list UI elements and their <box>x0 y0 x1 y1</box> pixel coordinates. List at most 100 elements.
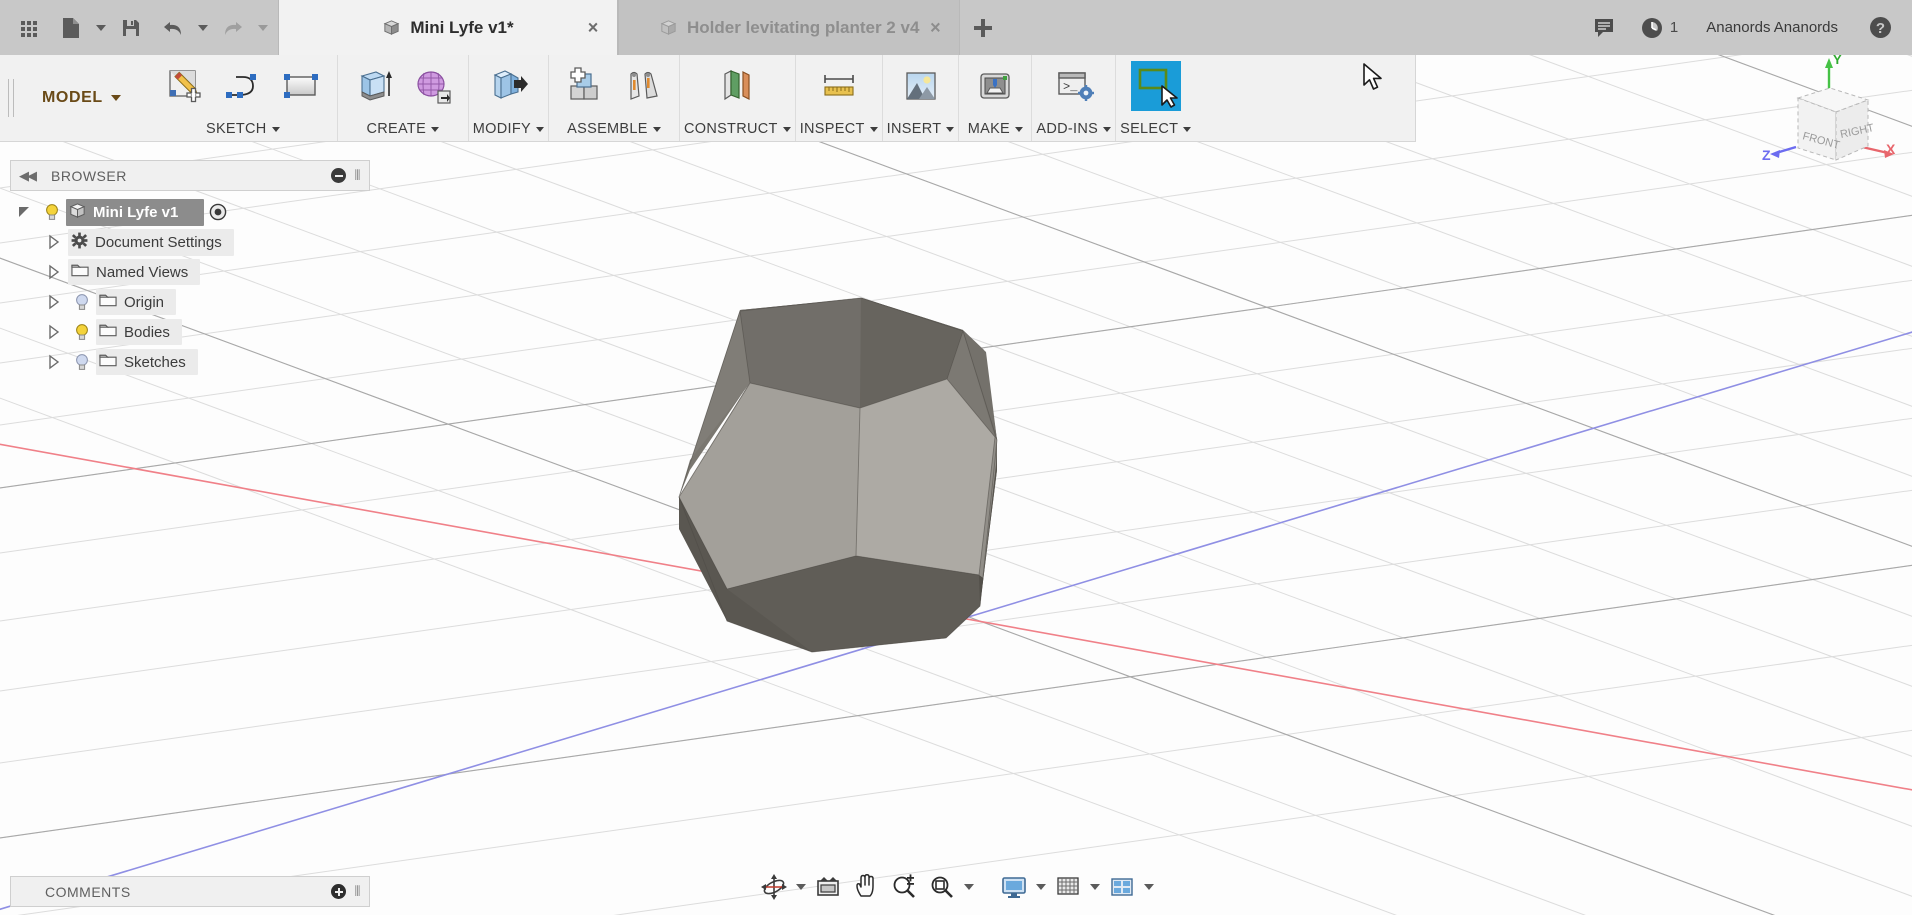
comments-resize-grip[interactable]: ⦀ <box>354 883 361 900</box>
tree-item-root[interactable]: Mini Lyfe v1 <box>10 197 370 227</box>
tab-close-button[interactable]: × <box>925 17 945 38</box>
collapse-left-icon[interactable]: ◀◀ <box>19 168 37 184</box>
measure-button[interactable] <box>811 57 867 115</box>
tab-mini-lyfe[interactable]: Mini Lyfe v1* × <box>278 0 618 55</box>
rectangle-button[interactable] <box>273 57 329 115</box>
tree-item-label-wrap[interactable]: Mini Lyfe v1 <box>66 198 205 226</box>
tree-item-label-wrap[interactable]: Named Views <box>68 259 201 285</box>
panel-label-text: INSPECT <box>799 121 865 137</box>
file-dropdown-caret[interactable] <box>92 6 110 50</box>
zoom-button[interactable] <box>885 868 923 906</box>
document-cube-icon <box>659 18 678 37</box>
scripts-addins-button[interactable]: >_ <box>1046 57 1102 115</box>
ribbon-label-sketch[interactable]: SKETCH <box>206 117 280 141</box>
chevron-down-icon <box>1036 884 1046 890</box>
spline-icon <box>225 74 256 98</box>
minimize-icon[interactable] <box>331 168 347 183</box>
undo-button[interactable] <box>152 6 194 50</box>
chevron-down-icon <box>110 95 121 101</box>
workspace-switcher[interactable]: MODEL <box>22 89 149 107</box>
chevron-down-icon <box>946 126 955 132</box>
ribbon-label-insert[interactable]: INSERT <box>887 117 955 141</box>
tree-item-label-wrap[interactable]: Origin <box>96 289 177 315</box>
expand-toggle[interactable] <box>40 294 68 310</box>
save-button[interactable] <box>110 6 152 50</box>
ribbon-grip[interactable] <box>0 55 22 141</box>
file-button[interactable] <box>50 6 92 50</box>
add-comment-icon[interactable] <box>331 884 347 899</box>
extrude-button[interactable] <box>346 57 402 115</box>
grid-snaps-dropdown-caret[interactable] <box>1087 868 1103 906</box>
press-pull-button[interactable] <box>480 57 536 115</box>
help-button[interactable]: ? <box>1858 6 1902 50</box>
expand-toggle[interactable] <box>40 264 68 280</box>
expand-toggle[interactable] <box>40 354 68 370</box>
show-data-panel-button[interactable] <box>8 6 50 50</box>
3d-print-button[interactable] <box>967 57 1023 115</box>
redo-button[interactable] <box>212 6 254 50</box>
ribbon-panel-select: SELECT <box>1116 55 1195 141</box>
redo-dropdown-caret[interactable] <box>254 6 272 50</box>
tree-item-sketches[interactable]: Sketches <box>10 347 370 377</box>
undo-dropdown-caret[interactable] <box>194 6 212 50</box>
create-form-button[interactable] <box>404 57 460 115</box>
joint-button[interactable] <box>615 57 671 115</box>
fit-dropdown-caret[interactable] <box>961 868 977 906</box>
fit-button[interactable] <box>923 868 961 906</box>
tree-item-label-wrap[interactable]: Bodies <box>96 319 182 345</box>
visibility-bulb-off[interactable] <box>68 293 96 311</box>
offset-plane-button[interactable] <box>709 57 765 115</box>
planter-model-final[interactable] <box>678 297 998 653</box>
grid-snaps-button[interactable] <box>1049 868 1087 906</box>
visibility-bulb-on[interactable] <box>68 323 96 341</box>
tree-item-label-wrap[interactable]: Sketches <box>96 349 198 375</box>
visibility-bulb-on[interactable] <box>38 203 66 221</box>
tab-close-button[interactable]: × <box>583 17 603 38</box>
ribbon-label-make[interactable]: MAKE <box>968 117 1024 141</box>
tree-item-label-wrap[interactable]: Document Settings <box>68 228 234 256</box>
expand-toggle[interactable] <box>40 324 68 340</box>
joint-icon <box>630 71 658 100</box>
expand-toggle[interactable] <box>40 234 68 250</box>
viewports-dropdown-caret[interactable] <box>1141 868 1157 906</box>
tree-item-origin[interactable]: Origin <box>10 287 370 317</box>
tree-item-bodies[interactable]: Bodies <box>10 317 370 347</box>
tree-item-named-views[interactable]: Named Views <box>10 257 370 287</box>
ribbon-label-inspect[interactable]: INSPECT <box>800 117 878 141</box>
look-at-button[interactable] <box>809 868 847 906</box>
chevron-down-icon <box>431 126 440 132</box>
insert-canvas-button[interactable] <box>893 57 949 115</box>
redo-icon <box>225 21 242 35</box>
select-button[interactable] <box>1128 57 1184 115</box>
ribbon-label-modify[interactable]: MODIFY <box>473 117 544 141</box>
user-name[interactable]: Ananords Ananords <box>1690 19 1854 36</box>
ribbon-label-assemble[interactable]: ASSEMBLE <box>567 117 661 141</box>
display-settings-dropdown-caret[interactable] <box>1033 868 1049 906</box>
chevron-down-icon <box>782 126 791 132</box>
orbit-dropdown-caret[interactable] <box>793 868 809 906</box>
ribbon-label-select[interactable]: SELECT <box>1120 117 1192 141</box>
orbit-button[interactable] <box>755 868 793 906</box>
visibility-bulb-off[interactable] <box>68 353 96 371</box>
browser-resize-grip[interactable]: ⦀ <box>354 167 361 184</box>
create-sketch-button[interactable] <box>157 57 213 115</box>
tree-item-document-settings[interactable]: Document Settings <box>10 227 370 257</box>
pan-button[interactable] <box>847 868 885 906</box>
view-cube[interactable]: Y X Z FRONT RIGHT <box>1754 52 1904 184</box>
spline-button[interactable] <box>215 57 271 115</box>
new-tab-button[interactable] <box>960 0 1007 55</box>
ribbon-label-addins[interactable]: ADD-INS <box>1036 117 1112 141</box>
viewports-button[interactable] <box>1103 868 1141 906</box>
display-settings-button[interactable] <box>995 868 1033 906</box>
ribbon-label-construct[interactable]: CONSTRUCT <box>684 117 791 141</box>
new-component-button[interactable] <box>557 57 613 115</box>
ribbon-label-create[interactable]: CREATE <box>367 117 440 141</box>
expand-toggle[interactable] <box>10 204 38 220</box>
tab-holder-levitating-planter[interactable]: Holder levitating planter 2 v4 × <box>618 0 961 55</box>
job-status-button[interactable] <box>1630 6 1674 50</box>
chevron-down-icon <box>258 24 268 31</box>
chevron-down-icon <box>652 126 661 132</box>
comments-panel-button[interactable] <box>1582 6 1626 50</box>
panel-label-text: ADD-INS <box>1036 121 1099 137</box>
activate-component-icon[interactable] <box>204 203 232 221</box>
